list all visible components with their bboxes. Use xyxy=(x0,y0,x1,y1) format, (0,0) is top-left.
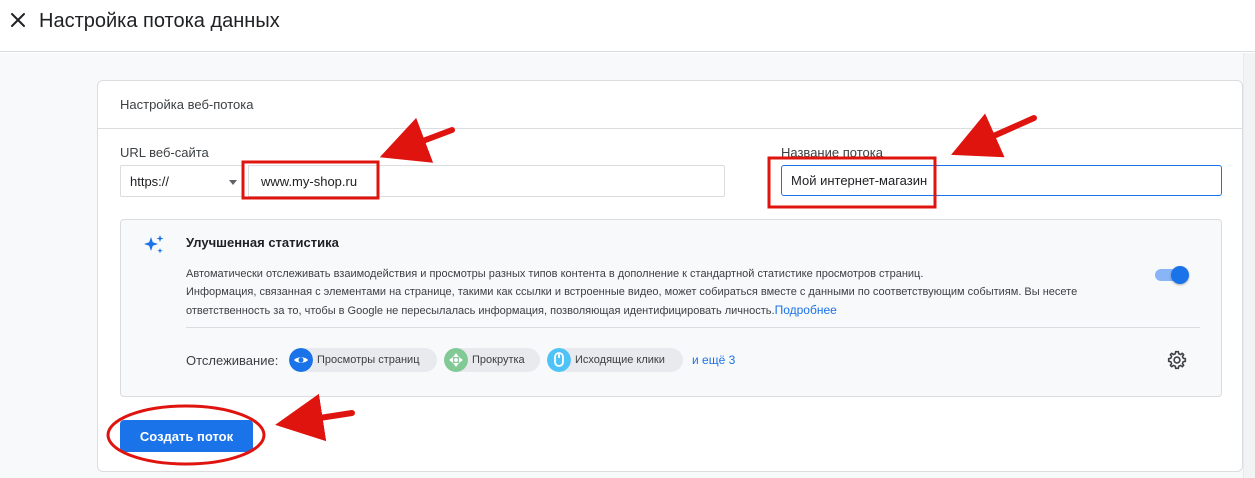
chip-label-outbound-clicks: Исходящие клики xyxy=(575,354,665,366)
chip-scroll[interactable]: Прокрутка xyxy=(444,348,540,372)
gear-icon[interactable] xyxy=(1167,350,1187,370)
enhanced-measurement-box: Улучшенная статистика Автоматически отсл… xyxy=(120,219,1222,397)
chip-label-page-views: Просмотры страниц xyxy=(317,354,420,366)
url-label: URL веб-сайта xyxy=(120,145,209,160)
website-url-input[interactable] xyxy=(248,165,725,197)
eye-icon xyxy=(289,348,313,372)
toggle-thumb xyxy=(1171,266,1189,284)
scroll-icon xyxy=(444,348,468,372)
divider xyxy=(186,327,1200,328)
scrollbar[interactable] xyxy=(1243,53,1255,478)
caret-down-icon xyxy=(229,180,237,185)
enhanced-measurement-toggle[interactable] xyxy=(1153,265,1189,285)
chip-outbound-clicks[interactable]: Исходящие клики xyxy=(547,348,683,372)
more-chips-link[interactable]: и ещё 3 xyxy=(692,353,735,367)
chip-page-views[interactable]: Просмотры страниц xyxy=(289,348,437,372)
sparkle-icon xyxy=(144,235,164,254)
description-line-2: Информация, связанная с элементами на ст… xyxy=(186,283,1116,320)
stream-name-input[interactable] xyxy=(781,165,1222,196)
create-stream-button[interactable]: Создать поток xyxy=(120,420,253,452)
close-icon xyxy=(11,13,25,27)
tracking-label: Отслеживание: xyxy=(186,353,279,368)
card-title: Настройка веб-потока xyxy=(120,97,254,112)
stream-name-label: Название потока xyxy=(781,145,883,160)
description-text-2: Информация, связанная с элементами на ст… xyxy=(186,286,1078,317)
close-button[interactable] xyxy=(6,8,30,32)
protocol-value: https:// xyxy=(130,174,170,189)
page-header: Настройка потока данных xyxy=(0,0,1255,52)
mouse-icon xyxy=(547,348,571,372)
card-header: Настройка веб-потока xyxy=(98,81,1242,129)
web-stream-card: Настройка веб-потока URL веб-сайта https… xyxy=(97,80,1243,472)
description-line-1: Автоматически отслеживать взаимодействия… xyxy=(186,268,924,280)
page-title: Настройка потока данных xyxy=(39,10,280,32)
enhanced-measurement-title: Улучшенная статистика xyxy=(186,235,339,250)
chip-label-scroll: Прокрутка xyxy=(472,354,525,366)
protocol-select[interactable]: https:// xyxy=(120,165,244,197)
enhanced-measurement-description: Автоматически отслеживать взаимодействия… xyxy=(186,265,1116,320)
learn-more-link[interactable]: Подробнее xyxy=(775,303,837,317)
